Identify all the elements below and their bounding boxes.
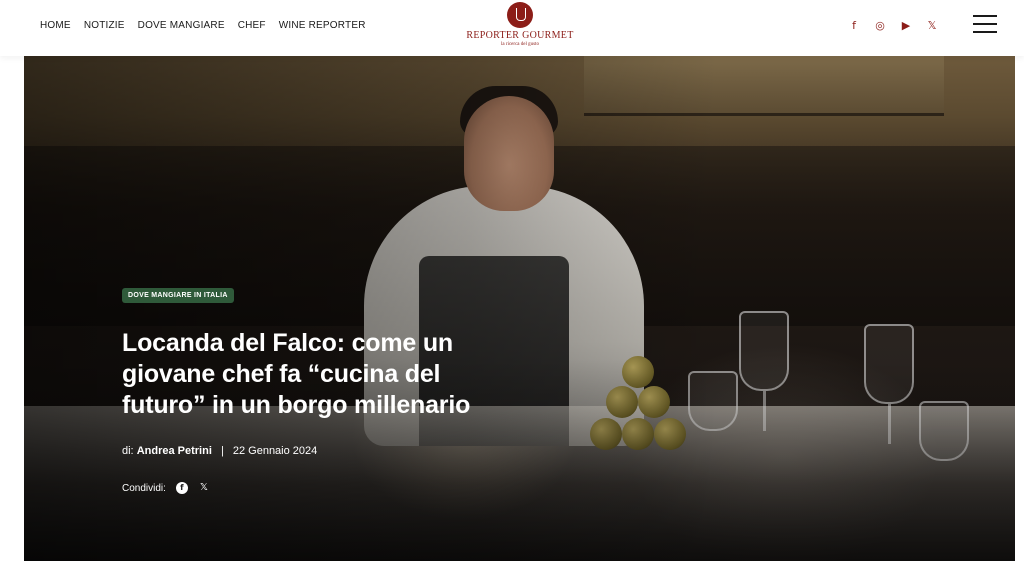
nav-chef[interactable]: CHEF (238, 20, 266, 31)
share-x-icon[interactable]: 𝕏 (198, 482, 210, 494)
social-links: f ◎ ▶ 𝕏 (848, 19, 938, 33)
author-name[interactable]: Andrea Petrini (137, 445, 212, 457)
share-bar: Condividi: f 𝕏 (122, 482, 210, 494)
nav-dove-mangiare[interactable]: DOVE MANGIARE (138, 20, 225, 31)
article-byline: di: Andrea Petrini | 22 Gennaio 2024 (122, 445, 317, 457)
menu-line (973, 15, 997, 17)
byline-separator: | (220, 445, 224, 457)
site-header: HOME NOTIZIE DOVE MANGIARE CHEF WINE REP… (0, 0, 1024, 56)
byline-prefix: di: (122, 445, 134, 457)
youtube-icon[interactable]: ▶ (900, 19, 912, 33)
publish-date: 22 Gennaio 2024 (232, 445, 318, 457)
site-logo[interactable]: REPORTER GOURMET la ricerca del gusto (466, 2, 574, 54)
hamburger-menu-icon[interactable] (973, 15, 997, 35)
nav-notizie[interactable]: NOTIZIE (84, 20, 125, 31)
hero-article[interactable]: DOVE MANGIARE IN ITALIA Locanda del Falc… (24, 56, 1015, 561)
nav-home[interactable]: HOME (40, 20, 71, 31)
nav-wine-reporter[interactable]: WINE REPORTER (279, 20, 366, 31)
share-facebook-icon[interactable]: f (175, 482, 188, 494)
x-icon[interactable]: 𝕏 (926, 19, 938, 33)
article-title[interactable]: Locanda del Falco: come un giovane chef … (122, 328, 522, 421)
menu-line (973, 31, 997, 33)
main-nav: HOME NOTIZIE DOVE MANGIARE CHEF WINE REP… (40, 20, 366, 31)
logo-icon (507, 2, 533, 28)
instagram-icon[interactable]: ◎ (874, 19, 886, 33)
logo-name: REPORTER GOURMET (466, 30, 574, 41)
category-badge[interactable]: DOVE MANGIARE IN ITALIA (122, 288, 234, 303)
logo-tagline: la ricerca del gusto (501, 42, 539, 47)
menu-line (973, 23, 997, 25)
facebook-icon[interactable]: f (848, 19, 860, 33)
share-label: Condividi: (122, 482, 166, 494)
